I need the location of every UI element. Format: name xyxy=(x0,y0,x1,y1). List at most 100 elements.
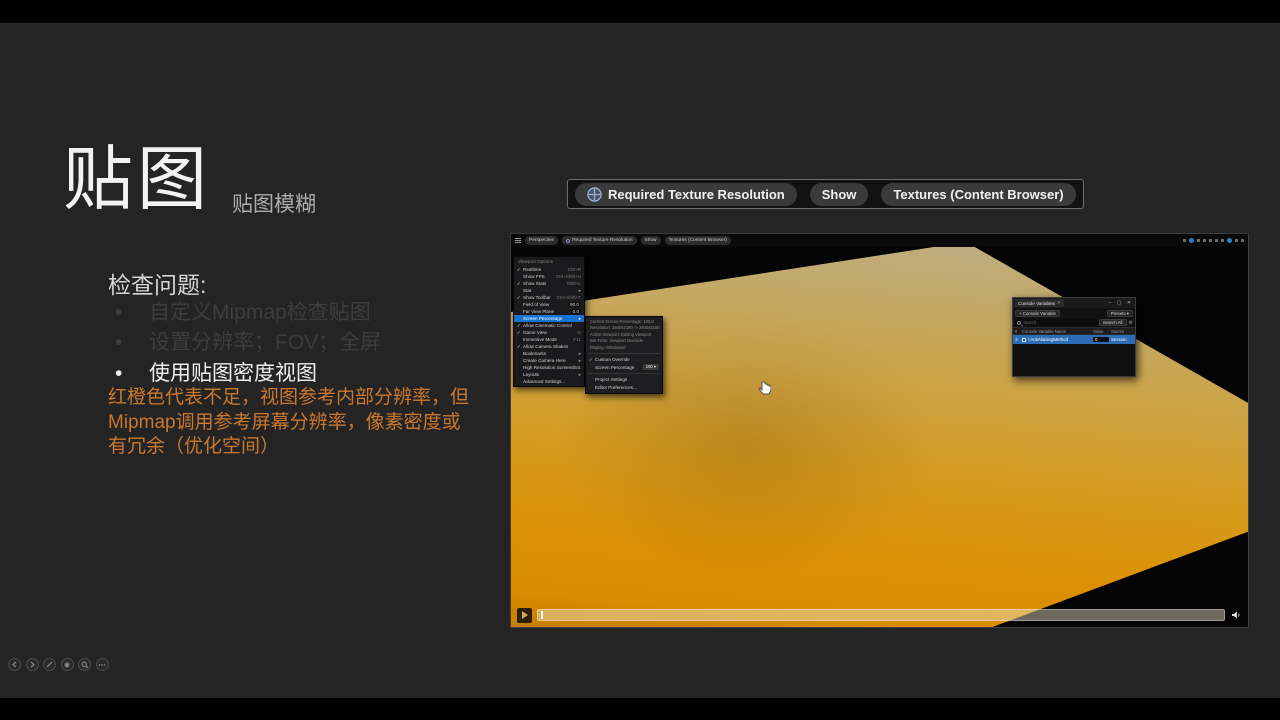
menu-item-create-camera-here[interactable]: Create Camera Here▸ xyxy=(514,357,584,364)
gear-icon[interactable]: ⚙ xyxy=(1129,320,1133,326)
submenu-item-project-settings[interactable]: Project Settings xyxy=(586,376,662,384)
highlighter-button[interactable] xyxy=(61,658,74,671)
screen-percentage-submenu: Current Screen Percentage: 100.0 Resolut… xyxy=(585,316,663,394)
console-table-header: # Console Variable Name Value Source xyxy=(1013,327,1135,335)
playhead[interactable] xyxy=(541,611,543,619)
bullet-glyph: • xyxy=(115,301,149,325)
zoom-button[interactable] xyxy=(78,658,91,671)
console-titlebar[interactable]: Console Variables ✕ – ▢ ✕ xyxy=(1013,298,1135,308)
bullet-item: •设置分辨率；FOV；全屏 xyxy=(115,326,381,356)
menu-item-immersive-mode[interactable]: Immersive ModeF11 xyxy=(514,336,584,343)
console-variables-tab[interactable]: Console Variables ✕ xyxy=(1015,299,1064,307)
screen-percentage-spinbox[interactable]: 100 ▾ xyxy=(643,364,659,370)
viewport-menu-icon[interactable] xyxy=(515,238,521,243)
seek-bar[interactable] xyxy=(537,609,1225,621)
fov-value[interactable]: 90.0 xyxy=(568,302,581,307)
console-search-row: Search Search All ⚙ xyxy=(1013,318,1135,327)
presentation-stage: 贴图 贴图模糊 检查问题: •自定义Mipmap检查贴图 •设置分辨率；FOV；… xyxy=(0,0,1280,720)
menu-item-layouts[interactable]: Layouts▸ xyxy=(514,371,584,378)
console-variable-row[interactable]: 1 r.AntiAliasingMethod 0 Session xyxy=(1013,335,1135,344)
submenu-item-custom-override[interactable]: ✓Custom Override xyxy=(586,356,662,364)
show-label: Show xyxy=(645,236,657,245)
console-toolbar: + Console Variable Presets ▾ xyxy=(1013,308,1135,318)
callout-label: Required Texture Resolution xyxy=(608,187,785,202)
viewmode-icon xyxy=(566,239,570,243)
slide-title: 贴图 xyxy=(63,123,211,224)
callout-bar: Required Texture Resolution Show Texture… xyxy=(567,179,1084,209)
show-button[interactable]: Show xyxy=(641,236,661,245)
tab-close-icon[interactable]: ✕ xyxy=(1057,300,1061,306)
note-line: 有冗余（优化空间） xyxy=(108,435,498,460)
pen-button[interactable] xyxy=(43,658,56,671)
arrow-right-icon xyxy=(29,661,36,668)
viewport-stat-icons xyxy=(1183,238,1244,243)
console-empty-area xyxy=(1013,345,1135,376)
bullet-glyph: • xyxy=(115,362,149,386)
volume-button[interactable] xyxy=(1230,609,1242,621)
play-icon xyxy=(522,611,528,619)
menu-item-show-toolbar[interactable]: ✓Show ToolbarCtrl+Shift+T xyxy=(514,294,584,301)
menu-item-screen-percentage[interactable]: Screen Percentage▸ xyxy=(514,315,584,322)
submenu-item-editor-preferences[interactable]: Editor Preferences... xyxy=(586,384,662,392)
callout-label: Textures (Content Browser) xyxy=(893,187,1063,202)
search-icon xyxy=(1017,321,1021,325)
viewmode-button[interactable]: Required Texture Resolution xyxy=(562,236,636,245)
viewmode-label: Required Texture Resolution xyxy=(572,236,632,245)
arrow-left-icon xyxy=(11,661,18,668)
speaker-icon xyxy=(1231,610,1241,620)
density-shading xyxy=(511,247,1248,627)
menu-item-bookmarks[interactable]: Bookmarks▸ xyxy=(514,350,584,357)
add-console-variable-button[interactable]: + Console Variable xyxy=(1015,310,1060,317)
note-line: Mipmap调用参考屏幕分辨率，像素密度或 xyxy=(108,411,498,436)
previous-slide-button[interactable] xyxy=(8,658,21,671)
console-search-input[interactable]: Search xyxy=(1015,319,1097,326)
submenu-info: Resolution: 3840x2160 -> 3840x2160 xyxy=(586,325,662,331)
ink-icon xyxy=(63,661,71,669)
play-button[interactable] xyxy=(517,608,532,623)
textures-label: Textures (Content Browser) xyxy=(669,236,727,245)
separator xyxy=(588,353,660,354)
far-view-plane-value[interactable]: 0.0 xyxy=(571,309,581,314)
separator xyxy=(588,373,660,374)
submenu-arrow-icon: ▸ xyxy=(579,358,581,364)
menu-item-high-resolution-screenshot[interactable]: High Resolution Screenshot... xyxy=(514,364,584,371)
sphere-crosshair-icon xyxy=(587,187,602,202)
menu-item-realtime[interactable]: ✓RealtimeCtrl+R xyxy=(514,266,584,273)
bullet-text: 使用贴图密度视图 xyxy=(149,362,317,385)
submenu-arrow-icon: ▸ xyxy=(579,372,581,378)
menu-item-show-stats[interactable]: ✓Show StatsShift+L xyxy=(514,280,584,287)
more-options-button[interactable] xyxy=(96,658,109,671)
viewport[interactable] xyxy=(511,247,1248,627)
note-paragraph: 红橙色代表不足，视图参考内部分辨率，但 Mipmap调用参考屏幕分辨率，像素密度… xyxy=(108,386,498,460)
menu-item-allow-camera-shakes[interactable]: ✓Allow Camera Shakes xyxy=(514,343,584,350)
bullet-text: 自定义Mipmap检查贴图 xyxy=(149,301,371,324)
viewport-toolbar: Perspective Required Texture Resolution … xyxy=(511,234,1248,247)
menu-item-show-fps[interactable]: Show FPSCtrl+Shift+H xyxy=(514,273,584,280)
next-slide-button[interactable] xyxy=(26,658,39,671)
pen-icon xyxy=(46,661,53,668)
perspective-button[interactable]: Perspective xyxy=(525,236,558,245)
console-value-field[interactable]: 0 xyxy=(1093,337,1109,342)
submenu-info: Display: Windowed xyxy=(586,345,662,351)
menu-item-far-view-plane[interactable]: Far View Plane0.0 xyxy=(514,308,584,315)
menu-item-advanced-settings[interactable]: Advanced Settings... xyxy=(514,378,584,385)
checkbox[interactable] xyxy=(1022,338,1026,342)
submenu-item-screen-percentage[interactable]: Screen Percentage100 ▾ xyxy=(586,364,662,372)
presenter-controls xyxy=(8,658,109,671)
menu-item-allow-cinematic-control[interactable]: ✓Allow Cinematic Control xyxy=(514,322,584,329)
hand-cursor-icon xyxy=(758,381,771,396)
submenu-arrow-icon: ▸ xyxy=(579,316,581,322)
menu-item-stat[interactable]: Stat▸ xyxy=(514,287,584,294)
slide-subtitle: 贴图模糊 xyxy=(232,188,316,218)
console-variables-window: Console Variables ✕ – ▢ ✕ + Console Vari… xyxy=(1012,297,1136,377)
bullet-item: •自定义Mipmap检查贴图 xyxy=(115,296,371,326)
texture-density-plane xyxy=(511,247,1248,627)
menu-item-field-of-view[interactable]: Field of View90.0 xyxy=(514,301,584,308)
viewport-options-menu: Viewport Options ✓RealtimeCtrl+R Show FP… xyxy=(513,256,585,387)
window-controls[interactable]: – ▢ ✕ xyxy=(1109,300,1133,306)
textures-content-browser-button[interactable]: Textures (Content Browser) xyxy=(665,236,731,245)
search-all-button[interactable]: Search All xyxy=(1099,319,1127,326)
presets-button[interactable]: Presets ▾ xyxy=(1107,310,1133,317)
menu-item-game-view[interactable]: ✓Game ViewG xyxy=(514,329,584,336)
embedded-video[interactable]: Perspective Required Texture Resolution … xyxy=(510,233,1249,628)
